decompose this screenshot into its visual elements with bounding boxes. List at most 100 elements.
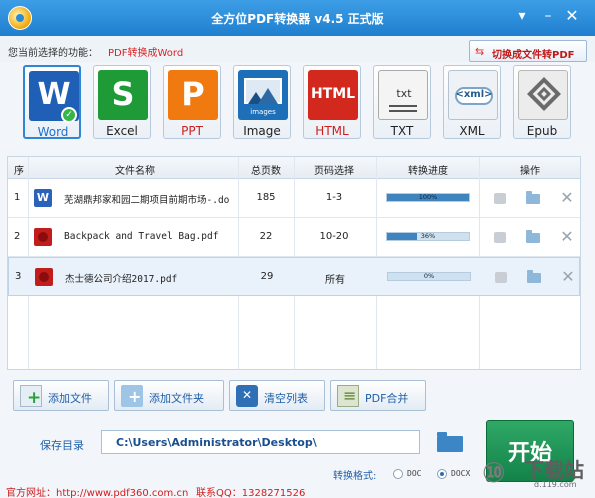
page-count: 29 [260,271,274,282]
format-label-ppt: PPT [181,124,203,138]
table-row[interactable]: 1 W 芜湖鼎邦家和园二期项目前期市场-.do 185 1-3 100% ✕ [8,179,580,218]
switch-mode-button[interactable]: ⇆ 切换成文件转PDF [469,40,587,62]
format-label-epub: Epub [526,124,558,138]
progress-bar: 0% [387,272,471,281]
excel-icon: S [98,70,148,120]
add-file-button[interactable]: 添加文件 [13,380,109,411]
save-dir-label: 保存目录 [40,439,84,452]
image-icon: images [238,70,288,120]
format-button-ppt[interactable]: P PPT [163,65,221,139]
save-dir-input[interactable]: C:\Users\Administrator\Desktop\ [101,430,420,454]
header-progress: 转换进度 [408,166,448,177]
format-label-txt: TXT [390,124,414,138]
add-folder-button[interactable]: 添加文件夹 [114,380,224,411]
format-button-word[interactable]: W ✓ Word [23,65,81,139]
header-actions: 操作 [520,166,540,177]
window-title: 全方位PDF转换器 v4.5 正式版 [211,12,384,26]
add-folder-label: 添加文件夹 [149,392,204,405]
open-folder-icon[interactable] [525,190,541,206]
progress-bar: 100% [386,193,470,202]
format-label-xml: XML [459,124,485,138]
header-range: 页码选择 [314,166,354,177]
contact-qq: 联系QQ：1328271526 [196,488,306,498]
pdf-file-icon [34,228,52,246]
page-range[interactable]: 10-20 [298,231,370,242]
action-bar: 添加文件 添加文件夹 清空列表 PDF合并 [0,378,595,414]
output-format-label: 转换格式: [333,471,377,482]
delete-icon[interactable]: ✕ [559,190,575,206]
format-label-excel: Excel [106,124,138,138]
folder-icon [437,432,463,452]
table-row[interactable]: 2 Backpack and Travel Bag.pdf 22 10-20 3… [8,218,580,257]
page-count: 22 [259,231,273,242]
switch-mode-label: 切换成文件转PDF [492,50,575,61]
ppt-icon: P [168,70,218,120]
file-name: 芜湖鼎邦家和园二期项目前期市场-.do [64,195,230,206]
shred-icon[interactable] [493,269,509,285]
word-file-icon: W [34,189,52,207]
table-row[interactable]: 3 杰士德公司介绍2017.pdf 29 所有 0% ✕ [8,257,580,296]
watermark-sub: d.119.com [534,480,577,489]
row-index: 2 [14,231,21,242]
format-button-txt[interactable]: txt TXT [373,65,431,139]
progress-text: 36% [420,232,436,240]
add-file-icon [20,385,42,408]
open-folder-icon[interactable] [526,269,542,285]
open-folder-icon[interactable] [525,229,541,245]
clear-list-icon [236,385,258,407]
txt-icon: txt [378,70,428,120]
format-button-image[interactable]: images Image [233,65,291,139]
page-count: 185 [256,192,276,203]
format-label-word: Word [37,125,69,139]
add-file-label: 添加文件 [48,392,92,405]
delete-icon[interactable]: ✕ [560,269,576,285]
progress-bar: 36% [386,232,470,241]
progress-text: 0% [423,272,435,280]
pdf-merge-button[interactable]: PDF合并 [330,380,426,411]
function-value: PDF转换成Word [108,48,184,59]
radio-docx[interactable] [437,469,447,479]
format-button-excel[interactable]: S Excel [93,65,151,139]
file-name: Backpack and Travel Bag.pdf [64,231,219,242]
row-index: 3 [15,271,22,282]
page-range[interactable]: 1-3 [298,192,370,203]
header-idx: 序 [14,166,24,177]
close-icon[interactable]: ✕ [562,6,582,26]
format-label-html: HTML [315,124,349,138]
epub-icon [518,70,568,120]
file-name: 杰士德公司介绍2017.pdf [65,274,178,285]
format-button-html[interactable]: HTML HTML [303,65,361,139]
clear-list-label: 清空列表 [264,392,308,405]
radio-docx-label: DOCX [451,469,471,478]
progress-text: 100% [418,193,438,201]
menu-dropdown-icon[interactable]: ▾ [512,6,532,26]
radio-doc[interactable] [393,469,403,479]
format-button-xml[interactable]: <xml> XML [443,65,501,139]
delete-icon[interactable]: ✕ [559,229,575,245]
selected-check-icon: ✓ [61,107,77,123]
watermark-logo: ⑩ 下载站 d.119.com [482,452,594,496]
row-index: 1 [14,192,21,203]
minimize-icon[interactable]: – [538,6,558,26]
watermark-text: 下载站 [524,458,584,482]
shred-icon[interactable] [492,190,508,206]
official-site-link[interactable]: 官方网址：http://www.pdf360.com.cn [6,484,188,498]
header-name: 文件名称 [115,166,155,177]
file-table: 序 文件名称 总页数 页码选择 转换进度 操作 1 W 芜湖鼎邦家和园二期项目前… [7,156,581,370]
merge-icon [337,385,359,407]
swap-arrows-icon: ⇆ [475,45,485,58]
format-label-image: Image [243,124,281,138]
pdf-file-icon [35,268,53,286]
header-pages: 总页数 [251,166,281,177]
browse-folder-button[interactable] [437,430,465,452]
shred-icon[interactable] [492,229,508,245]
function-label: 您当前选择的功能： [8,48,98,59]
watermark-mark-icon: ⑩ [482,456,506,489]
format-selector: W ✓ Word S Excel P PPT images Image HTML… [0,62,595,142]
save-dir-value: C:\Users\Administrator\Desktop\ [116,436,317,449]
add-folder-icon [121,385,143,407]
html-icon: HTML [308,70,358,120]
format-button-epub[interactable]: Epub [513,65,571,139]
page-range[interactable]: 所有 [299,271,371,286]
clear-list-button[interactable]: 清空列表 [229,380,325,411]
